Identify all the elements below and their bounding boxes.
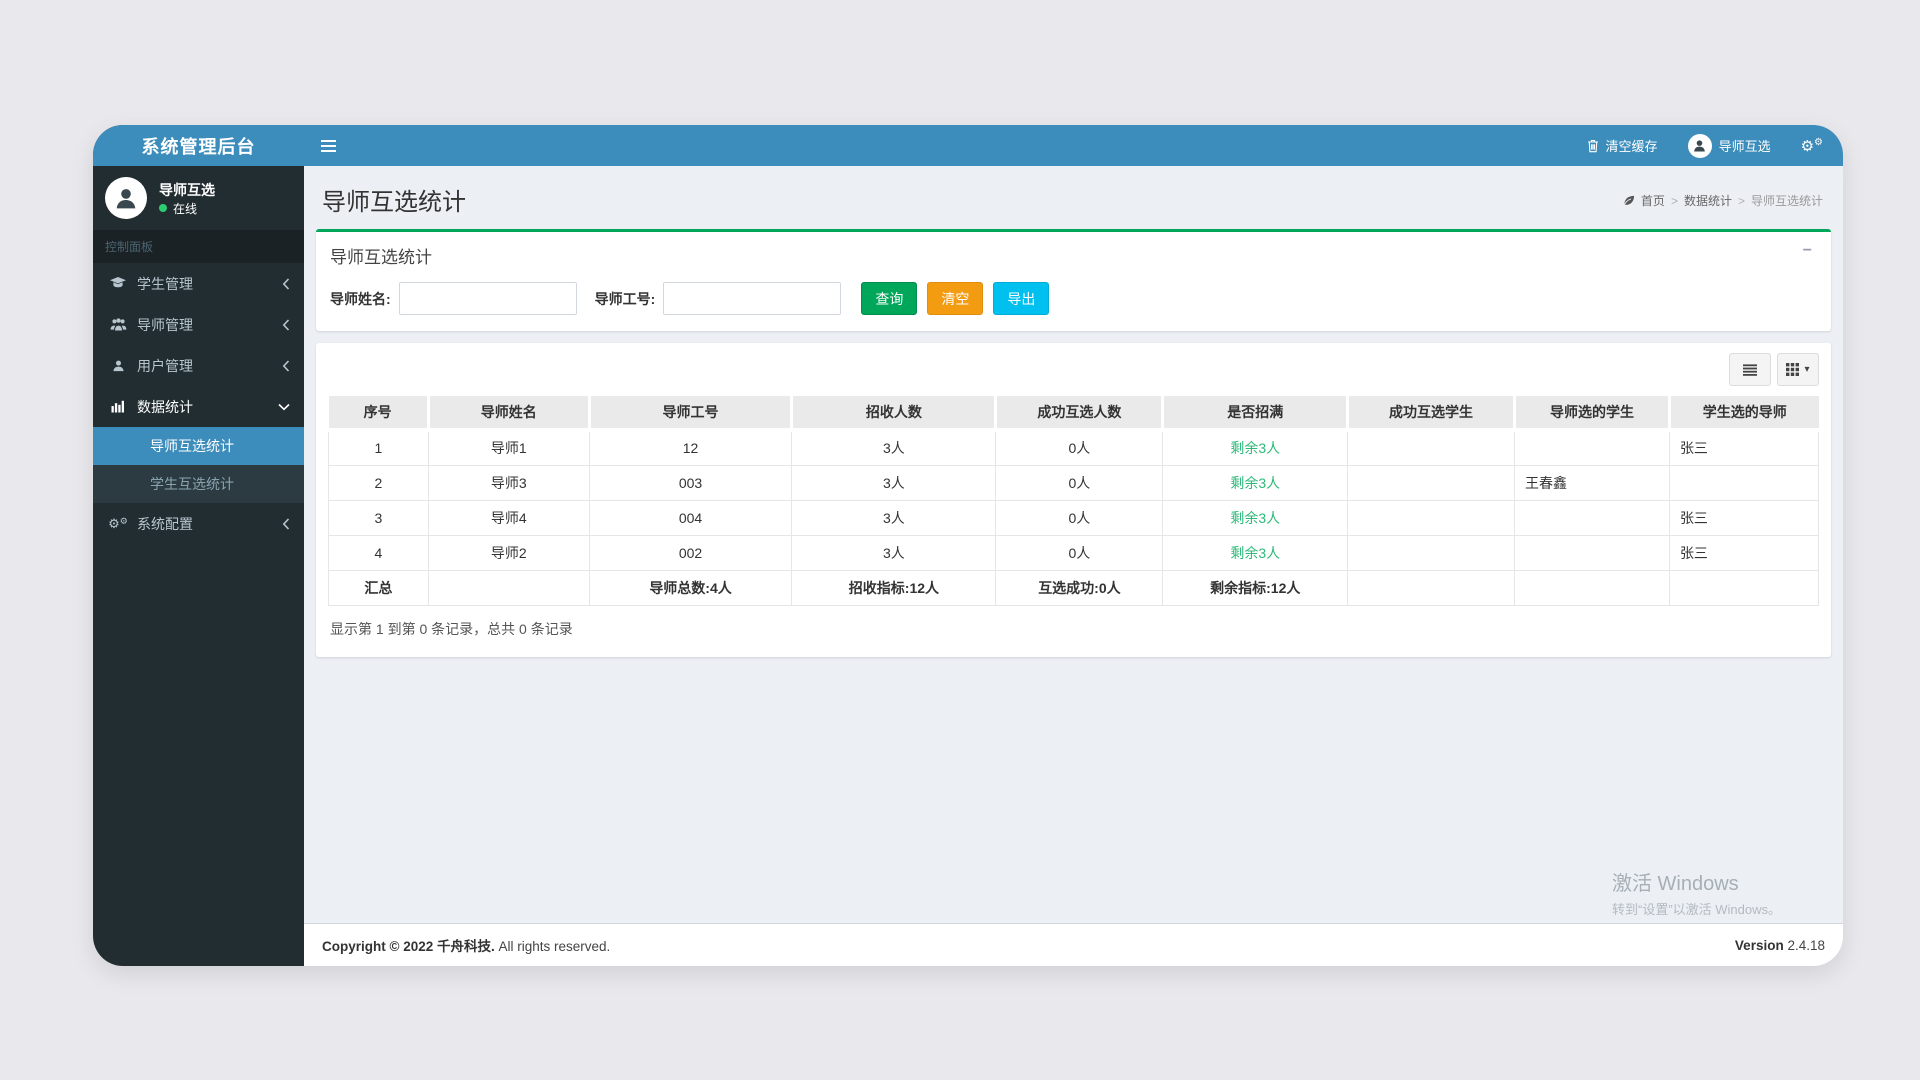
leaf-icon: [1623, 195, 1634, 206]
sidebar-section-label: 控制面板: [93, 230, 304, 263]
cogs-icon: ⚙ ⚙: [108, 515, 128, 531]
online-dot-icon: [159, 204, 167, 212]
col-teacher-picked: 导师选的学生: [1512, 396, 1670, 432]
table-header-row: 序号 导师姓名 导师工号 招收人数 成功互选人数 是否招满 成功互选学生 导师选…: [328, 396, 1819, 432]
sidebar-item-system-config[interactable]: ⚙ ⚙ 系统配置: [93, 503, 304, 544]
brand-title: 系统管理后台: [141, 136, 256, 157]
col-mutual-students: 成功互选学生: [1346, 396, 1515, 432]
navbar-avatar-icon: [1687, 133, 1712, 158]
settings-cogs-icon[interactable]: ⚙⚙: [1801, 137, 1823, 154]
status-badge: 剩余3人: [1162, 534, 1349, 571]
data-stats-submenu: 导师互选统计 学生互选统计: [93, 427, 304, 503]
list-icon: [1743, 363, 1757, 376]
sidebar-subitem-student-mutual-stats[interactable]: 学生互选统计: [93, 465, 304, 503]
brand-logo[interactable]: 系统管理后台: [93, 125, 304, 166]
user-avatar-icon: [105, 177, 147, 219]
export-button[interactable]: 导出: [993, 282, 1050, 315]
clear-cache-button[interactable]: 清空缓存: [1587, 136, 1658, 155]
sidebar-item-student-mgmt[interactable]: 学生管理: [93, 263, 304, 304]
teacher-id-label: 导师工号:: [594, 290, 656, 307]
chevron-left-icon: [282, 517, 290, 530]
sidebar-user-panel: 导师互选 在线: [93, 166, 304, 230]
table-toolbar: ▾: [328, 353, 1819, 386]
main-area: 清空缓存 导师互选 ⚙⚙ 导师互选统计 首页 > 数据统计 > 导师互选统计 导…: [304, 125, 1843, 966]
breadcrumb-separator: >: [1670, 193, 1678, 208]
toggle-view-button[interactable]: [1729, 353, 1771, 386]
sidebar-item-label: 用户管理: [137, 357, 193, 374]
record-count-info: 显示第 1 到第 0 条记录，总共 0 条记录: [330, 620, 573, 637]
col-seq: 序号: [328, 396, 429, 432]
sidebar-item-data-stats[interactable]: 数据统计: [93, 386, 304, 427]
sidebar-user-name: 导师互选: [159, 181, 215, 198]
sidebar-subitem-label: 导师互选统计: [150, 438, 234, 454]
chevron-left-icon: [282, 318, 290, 331]
stats-table: 序号 导师姓名 导师工号 招收人数 成功互选人数 是否招满 成功互选学生 导师选…: [328, 396, 1820, 606]
top-navbar: 清空缓存 导师互选 ⚙⚙: [304, 125, 1843, 166]
sidebar-subitem-label: 学生互选统计: [150, 476, 234, 492]
sidebar-toggle-button[interactable]: [304, 125, 353, 166]
sidebar-subitem-teacher-mutual-stats[interactable]: 导师互选统计: [93, 427, 304, 465]
user-icon: [107, 359, 129, 372]
col-student-picked: 学生选的导师: [1667, 396, 1819, 432]
breadcrumb-home[interactable]: 首页: [1641, 192, 1665, 209]
table-row: 2 导师3 003 3人 0人 剩余3人 王春鑫: [328, 464, 1820, 501]
page-title: 导师互选统计: [322, 189, 466, 216]
sidebar-item-label: 数据统计: [137, 398, 193, 415]
navbar-user-menu[interactable]: 导师互选: [1687, 133, 1771, 158]
version-text: Version 2.4.18: [1734, 937, 1825, 953]
collapse-panel-button[interactable]: −: [1798, 240, 1817, 262]
footer: Copyright © 2022 千舟科技. All rights reserv…: [304, 923, 1843, 966]
clear-button[interactable]: 清空: [927, 282, 984, 315]
teacher-name-input[interactable]: [398, 282, 577, 315]
bar-chart-icon: [107, 400, 129, 413]
col-mutual-count: 成功互选人数: [994, 396, 1163, 432]
hamburger-icon: [321, 139, 336, 152]
col-teacher-id: 导师工号: [587, 396, 792, 432]
teacher-name-label: 导师姓名:: [330, 290, 391, 307]
copyright-text: Copyright © 2022 千舟科技. All rights reserv…: [322, 939, 611, 954]
user-status-label: 在线: [173, 201, 198, 216]
chevron-left-icon: [282, 277, 290, 290]
sidebar: 系统管理后台 导师互选 在线 控制面板 学生管理 导师管理 用户管理 数据统计 …: [93, 125, 304, 966]
breadcrumb-separator: >: [1737, 193, 1745, 208]
navbar-user-name: 导师互选: [1718, 139, 1771, 154]
columns-dropdown-button[interactable]: ▾: [1777, 353, 1819, 386]
table-row: 1 导师1 12 3人 0人 剩余3人 张三: [328, 430, 1820, 466]
teacher-id-input[interactable]: [663, 282, 842, 315]
user-status: 在线: [159, 200, 215, 217]
app-window: 系统管理后台 导师互选 在线 控制面板 学生管理 导师管理 用户管理 数据统计 …: [93, 125, 1843, 966]
status-badge: 剩余3人: [1162, 499, 1349, 536]
search-button[interactable]: 查询: [861, 282, 918, 315]
users-icon: [107, 318, 129, 331]
breadcrumb-current: 导师互选统计: [1750, 194, 1823, 208]
breadcrumb-section[interactable]: 数据统计: [1684, 192, 1732, 209]
clear-cache-label: 清空缓存: [1605, 139, 1658, 154]
filter-panel-title: 导师互选统计: [330, 248, 432, 267]
status-badge: 剩余3人: [1162, 464, 1349, 501]
table-panel: ▾ 序号 导师姓名 导师工号 招收人数 成功互选人数 是否招满 成功互选学生 导…: [316, 343, 1831, 657]
grid-icon: [1786, 363, 1800, 376]
sidebar-item-label: 导师管理: [137, 316, 193, 333]
chevron-left-icon: [282, 359, 290, 372]
caret-down-icon: ▾: [1804, 364, 1810, 375]
graduation-cap-icon: [107, 277, 129, 290]
table-row: 4 导师2 002 3人 0人 剩余3人 张三: [328, 534, 1820, 571]
col-teacher-name: 导师姓名: [426, 396, 590, 432]
summary-row: 汇总 导师总数:4人 招收指标:12人 互选成功:0人 剩余指标:12人: [328, 569, 1820, 606]
sidebar-item-label: 系统配置: [137, 515, 193, 532]
sidebar-item-label: 学生管理: [137, 275, 193, 292]
breadcrumb: 首页 > 数据统计 > 导师互选统计: [1623, 192, 1823, 209]
sidebar-item-teacher-mgmt[interactable]: 导师管理: [93, 304, 304, 345]
sidebar-item-user-mgmt[interactable]: 用户管理: [93, 345, 304, 386]
trash-icon: [1587, 139, 1598, 152]
content-header: 导师互选统计 首页 > 数据统计 > 导师互选统计: [316, 166, 1831, 229]
filter-panel: 导师互选统计 − 导师姓名: 导师工号: 查询 清空 导出: [316, 229, 1831, 331]
col-quota: 招收人数: [790, 396, 996, 432]
chevron-down-icon: [278, 403, 290, 411]
table-row: 3 导师4 004 3人 0人 剩余3人 张三: [328, 499, 1820, 536]
status-badge: 剩余3人: [1162, 430, 1349, 466]
col-is-full: 是否招满: [1161, 396, 1348, 432]
content-wrapper: 导师互选统计 首页 > 数据统计 > 导师互选统计 导师互选统计 − 导师姓名:: [304, 166, 1843, 923]
